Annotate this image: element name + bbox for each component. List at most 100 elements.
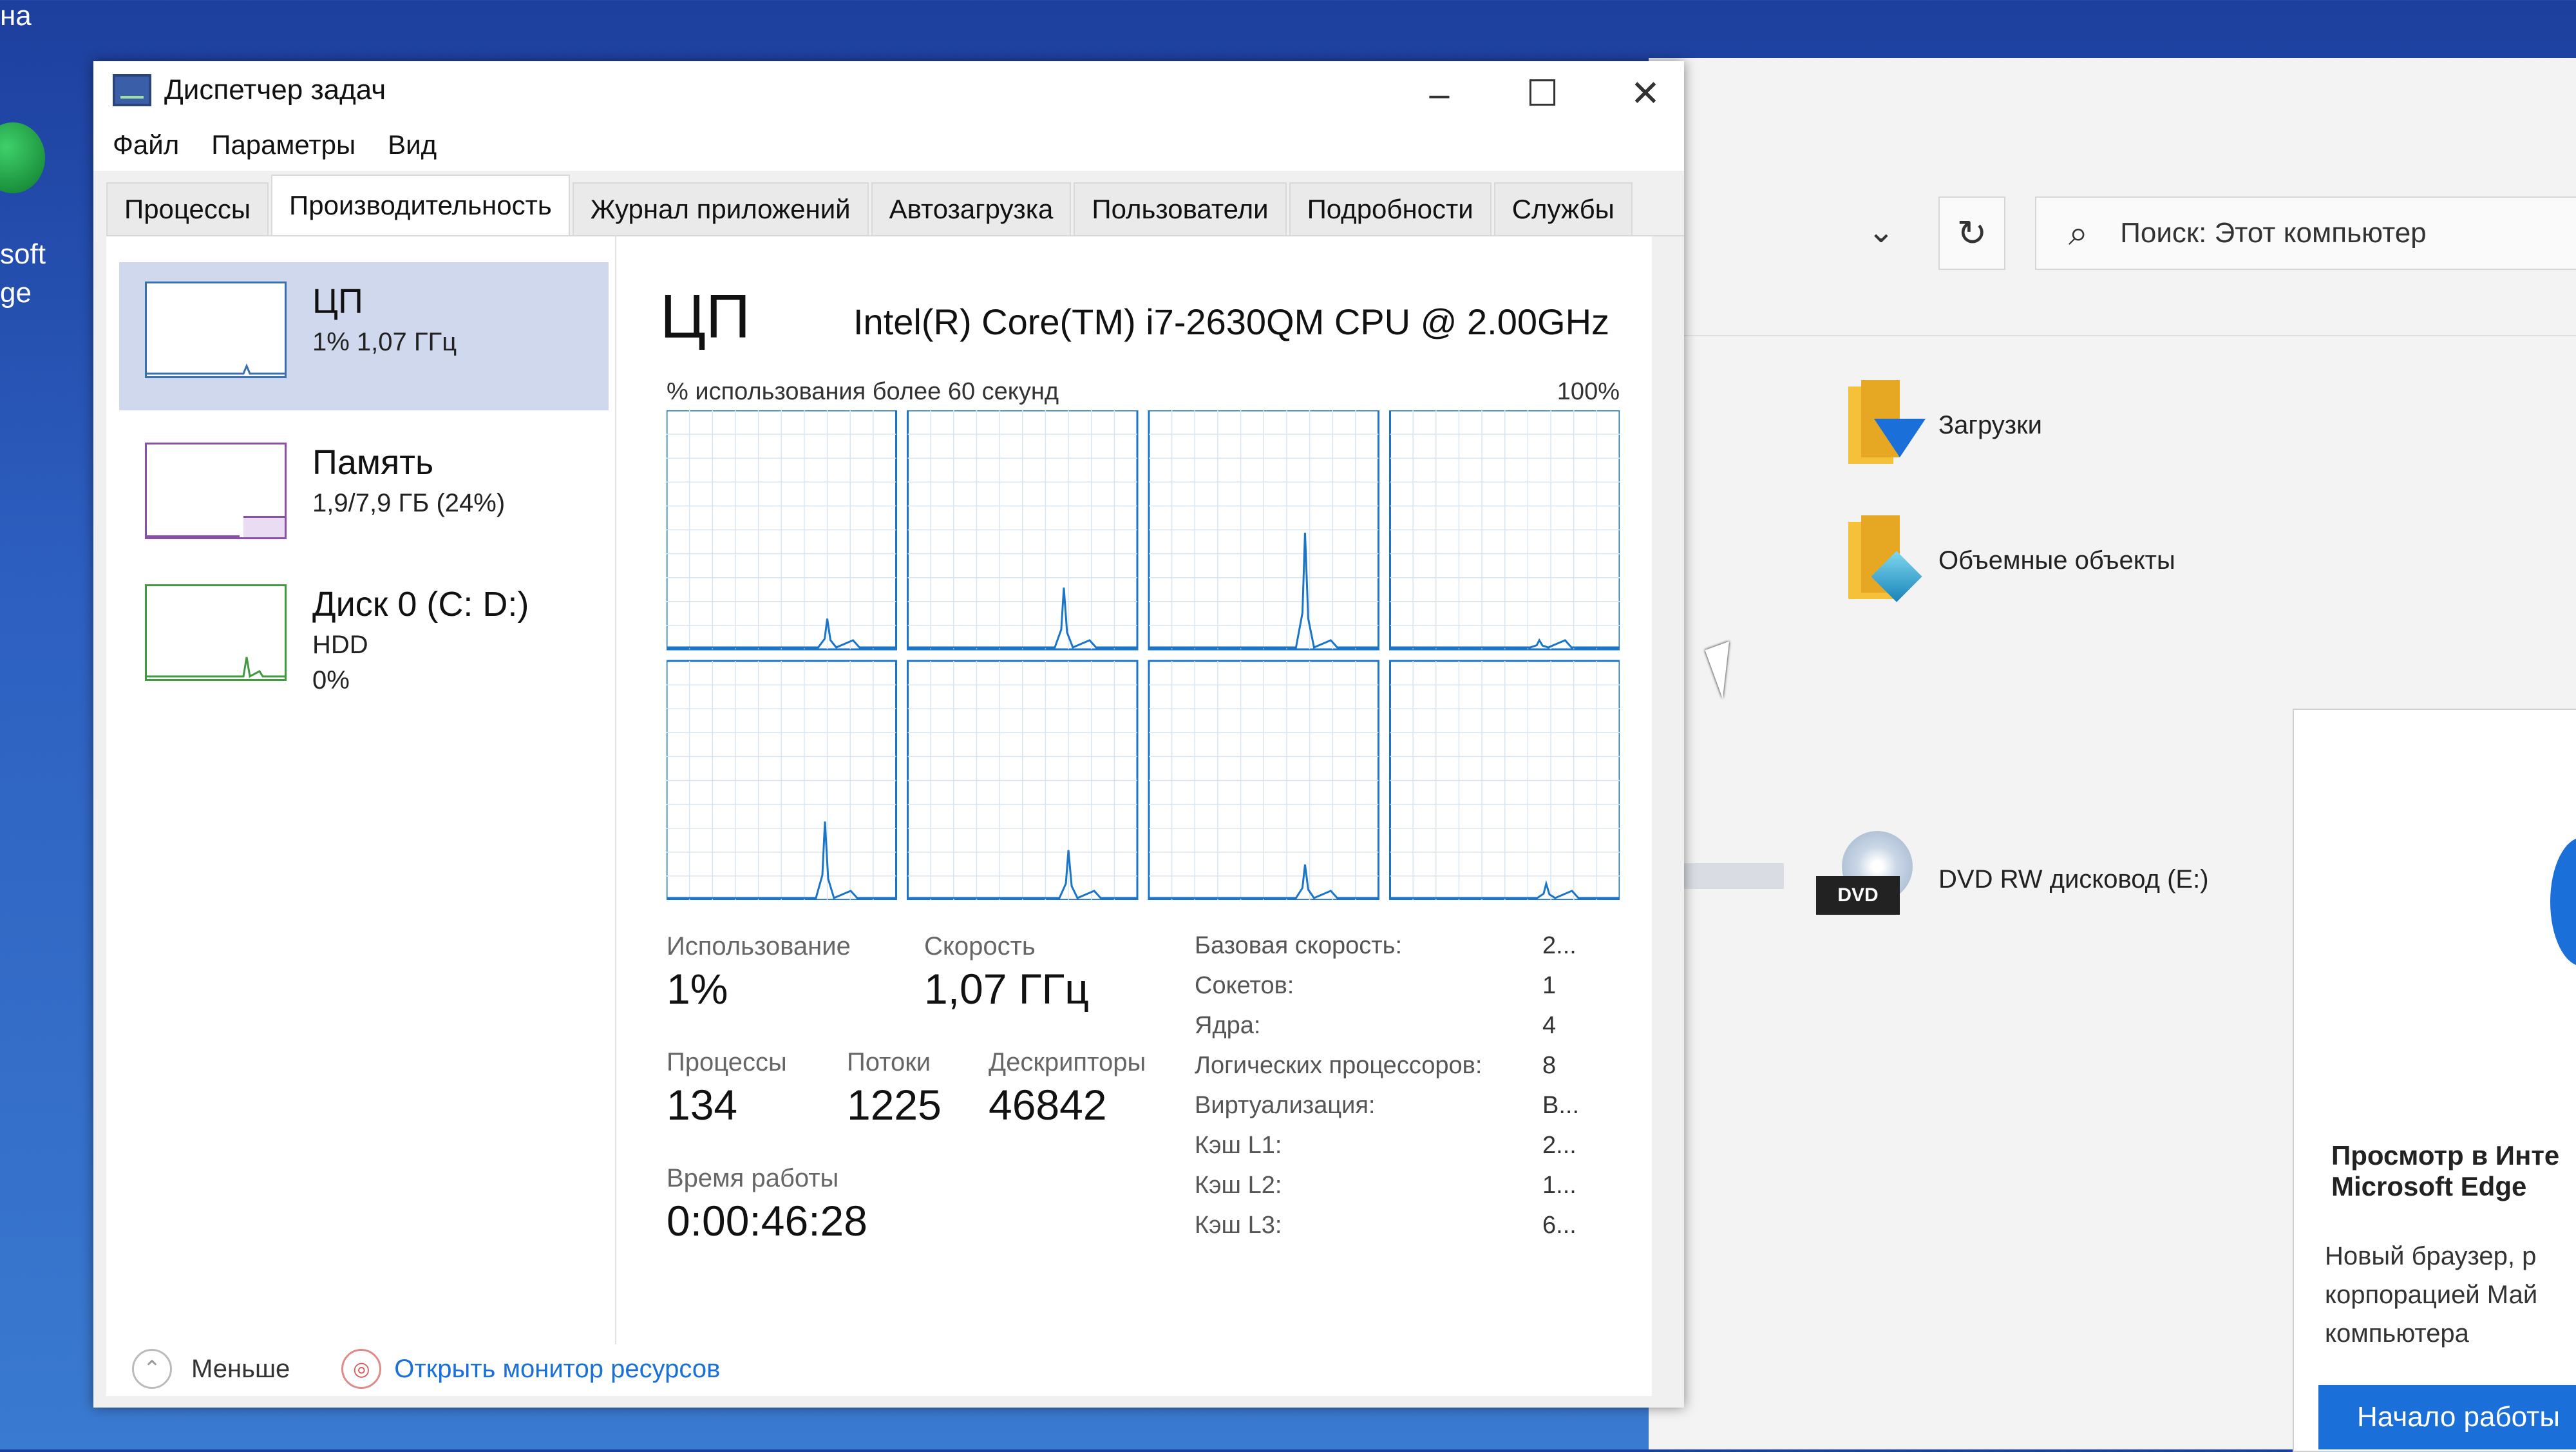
handles-value: 46842: [989, 1081, 1107, 1129]
resource-item-cpu[interactable]: ЦП 1% 1,07 ГГц: [119, 262, 609, 410]
dvd-drive-icon: DVD: [1816, 831, 1913, 928]
uptime-value: 0:00:46:28: [667, 1197, 867, 1245]
resource-item-disk[interactable]: Диск 0 (C: D:) HDD 0%: [119, 565, 609, 713]
memory-thumbnail-graph: [145, 443, 287, 539]
chevron-up-icon[interactable]: ⌃: [132, 1349, 172, 1389]
cpu-stats: Использование 1% Скорость 1,07 ГГц Проце…: [667, 932, 1633, 1332]
downloads-folder-icon: [1848, 380, 1926, 470]
core-graph-panel: [1148, 660, 1379, 900]
prop-key: Кэш L2:: [1195, 1172, 1282, 1199]
menu-view[interactable]: Вид: [388, 129, 437, 160]
resource-usage: 1,9/7,9 ГБ (24%): [312, 489, 506, 517]
usage-value: 1%: [667, 965, 728, 1013]
explorer-item-label: Загрузки: [1938, 410, 2042, 439]
core-graph-panel: [1148, 410, 1379, 651]
threads-value: 1225: [847, 1081, 942, 1129]
window-title: Диспетчер задач: [164, 74, 386, 106]
prop-key: Сокетов:: [1195, 972, 1294, 999]
graph-label: % использования более 60 секунд: [667, 378, 1059, 405]
3d-objects-folder-icon: [1848, 515, 1922, 606]
prop-key: Логических процессоров:: [1195, 1052, 1482, 1079]
edge-promo-title: Просмотр в Инте Microsoft Edge: [2331, 1140, 2560, 1201]
footer: ⌃ Меньше ◎ Открыть монитор ресурсов: [106, 1343, 1652, 1395]
minimize-button[interactable]: –: [1388, 68, 1491, 119]
tab-processes[interactable]: Процессы: [106, 182, 269, 235]
prop-val: 1...: [1542, 1172, 1577, 1199]
tab-strip: Процессы Производительность Журнал прило…: [106, 171, 1684, 236]
cpu-thumbnail-graph: [145, 282, 287, 378]
desktop-edge-icon[interactable]: [0, 122, 45, 193]
cpu-model: Intel(R) Core(TM) i7-2630QM CPU @ 2.00GH…: [853, 301, 1610, 342]
cpu-detail: ЦП Intel(R) Core(TM) i7-2630QM CPU @ 2.0…: [641, 236, 1658, 1344]
tab-startup[interactable]: Автозагрузка: [871, 182, 1072, 235]
address-chevron-icon[interactable]: ⌄: [1868, 213, 1895, 250]
tab-details[interactable]: Подробности: [1289, 182, 1492, 235]
prop-val: 2...: [1542, 1132, 1577, 1159]
core-graph-panel: [907, 660, 1139, 900]
tab-users[interactable]: Пользователи: [1074, 182, 1287, 235]
menu-file[interactable]: Файл: [113, 129, 179, 160]
tab-app-history[interactable]: Журнал приложений: [572, 182, 869, 235]
resource-name: Память: [312, 443, 434, 482]
search-icon: ⌕: [2069, 213, 2088, 253]
usage-label: Использование: [667, 932, 851, 960]
disk-thumbnail-graph: [145, 584, 287, 681]
performance-pane: ЦП 1% 1,07 ГГц Память 1,9/7,9 ГБ (24%) Д…: [106, 236, 1652, 1396]
maximize-button[interactable]: ☐: [1491, 68, 1594, 119]
prop-key: Кэш L3:: [1195, 1212, 1282, 1239]
prop-val: 8: [1542, 1052, 1557, 1079]
handles-label: Дескрипторы: [989, 1048, 1146, 1076]
resource-monitor-icon: ◎: [341, 1349, 382, 1389]
resource-list: ЦП 1% 1,07 ГГц Память 1,9/7,9 ГБ (24%) Д…: [106, 236, 616, 1344]
core-graph-panel: [667, 410, 897, 651]
resource-usage: 1% 1,07 ГГц: [312, 328, 457, 356]
title-bar[interactable]: Диспетчер задач – ☐ ✕: [93, 61, 1684, 119]
core-graph-panel: [667, 660, 897, 900]
prop-key: Ядра:: [1195, 1012, 1261, 1039]
task-manager-window: Диспетчер задач – ☐ ✕ Файл Параметры Вид…: [93, 61, 1684, 1408]
task-manager-app-icon: [113, 74, 151, 106]
core-graph-panel: [907, 410, 1139, 651]
speed-label: Скорость: [924, 932, 1036, 960]
prop-key: Базовая скорость:: [1195, 932, 1403, 959]
resource-name: Диск 0 (C: D:): [312, 585, 529, 624]
explorer-item-label: Объемные объекты: [1938, 546, 2175, 575]
desktop-text-1: на: [0, 0, 32, 32]
cpu-heading: ЦП: [660, 282, 751, 351]
logical-processor-graphs: [667, 410, 1620, 900]
explorer-item-dvd[interactable]: DVD DVD RW дисковод (E:): [1816, 831, 2209, 928]
core-graph-panel: [1389, 410, 1620, 651]
resource-name: ЦП: [312, 282, 363, 321]
resource-usage: 0%: [312, 666, 350, 694]
prop-val: 4: [1542, 1012, 1557, 1039]
menu-options[interactable]: Параметры: [211, 129, 355, 160]
explorer-item-label: DVD RW дисковод (E:): [1938, 865, 2209, 893]
uptime-label: Время работы: [667, 1164, 839, 1192]
prop-val: 2...: [1542, 932, 1577, 959]
resource-item-memory[interactable]: Память 1,9/7,9 ГБ (24%): [119, 423, 609, 571]
refresh-icon[interactable]: ↻: [1938, 196, 2005, 270]
desktop-text-3: ge: [0, 277, 32, 309]
close-button[interactable]: ✕: [1594, 68, 1697, 119]
resource-type: HDD: [312, 631, 368, 659]
tab-performance[interactable]: Производительность: [271, 175, 570, 235]
search-box[interactable]: ⌕ Поиск: Этот компьютер: [2035, 196, 2576, 270]
explorer-item-downloads[interactable]: Загрузки: [1848, 380, 2042, 470]
core-graph-panel: [1389, 660, 1620, 900]
fewer-details-link[interactable]: Меньше: [191, 1355, 290, 1384]
graph-max-label: 100%: [1557, 378, 1620, 405]
prop-val: В...: [1542, 1092, 1580, 1119]
prop-val: 6...: [1542, 1212, 1577, 1239]
processes-label: Процессы: [667, 1048, 787, 1076]
tab-services[interactable]: Службы: [1493, 182, 1633, 235]
prop-key: Виртуализация:: [1195, 1092, 1376, 1119]
processes-value: 134: [667, 1081, 738, 1129]
threads-label: Потоки: [847, 1048, 931, 1076]
prop-key: Кэш L1:: [1195, 1132, 1282, 1159]
menu-bar: Файл Параметры Вид: [93, 119, 1684, 171]
desktop-text-2: soft: [0, 238, 46, 270]
open-resource-monitor-link[interactable]: Открыть монитор ресурсов: [394, 1355, 720, 1384]
edge-start-button[interactable]: Начало работы: [2318, 1385, 2576, 1449]
speed-value: 1,07 ГГц: [924, 965, 1090, 1013]
explorer-item-3d-objects[interactable]: Объемные объекты: [1848, 515, 2175, 606]
